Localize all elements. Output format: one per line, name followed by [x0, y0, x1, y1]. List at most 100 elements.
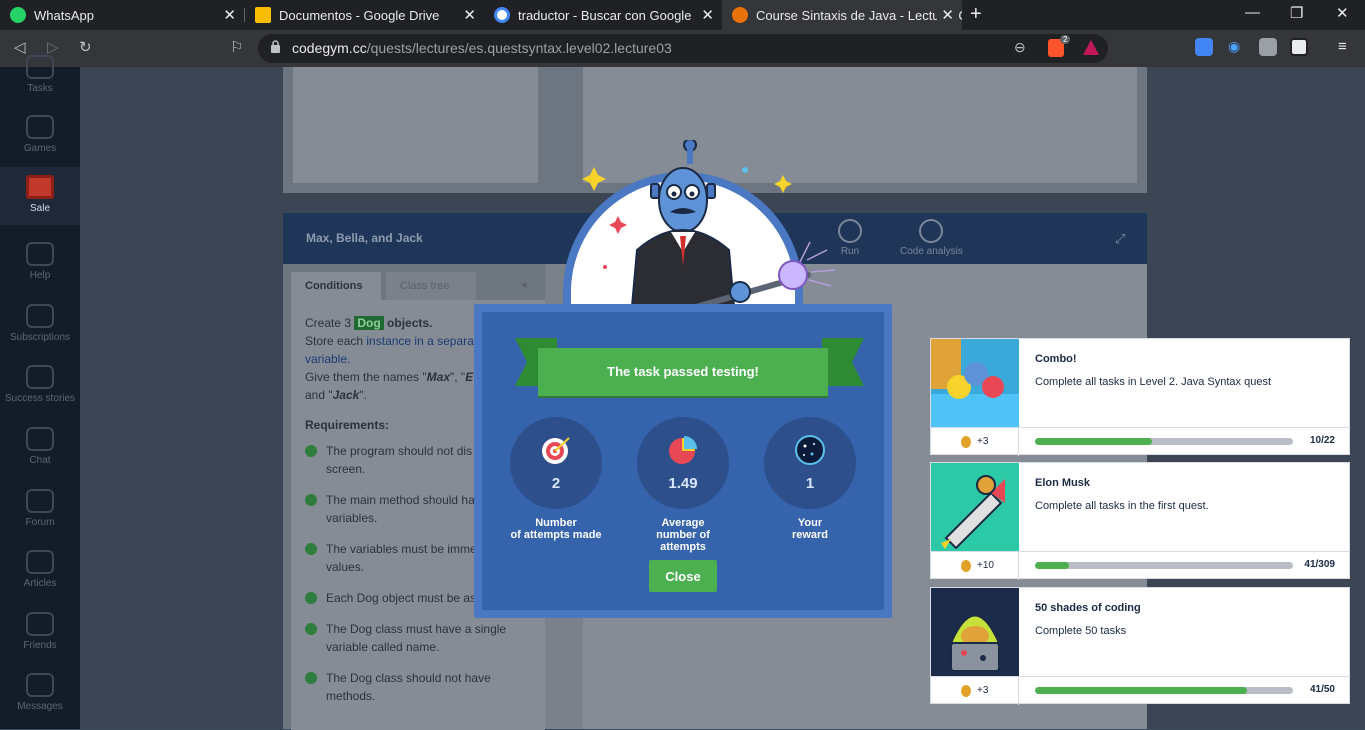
- achievement-reward: +10: [931, 552, 1019, 580]
- sidebar-item-tasks[interactable]: Tasks: [0, 47, 80, 109]
- envelope-icon: [26, 673, 54, 697]
- google-drive-icon: [255, 7, 271, 23]
- instance-link[interactable]: instance in a separa: [366, 334, 473, 348]
- sidebar-item-label: Chat: [29, 455, 51, 466]
- requirement-item: The Dog class must have a single variabl…: [305, 620, 531, 656]
- tab-google-drive[interactable]: Documentos - Google Drive ✕: [245, 0, 484, 30]
- progress-bar: [1035, 562, 1293, 569]
- google-icon: [494, 7, 510, 23]
- close-window-icon[interactable]: ✕: [1336, 4, 1349, 22]
- forum-icon: [26, 489, 54, 513]
- sidebar-item-friends[interactable]: Friends: [0, 604, 80, 666]
- flag-icon: [26, 365, 54, 389]
- success-banner: The task passed testing!: [538, 348, 828, 396]
- profile-extension-icon[interactable]: [1290, 38, 1308, 56]
- analysis-icon: [919, 219, 944, 243]
- address-bar[interactable]: codegym.cc/quests/lectures/es.questsynta…: [258, 34, 1108, 63]
- achievement-card[interactable]: Combo! Complete all tasks in Level 2. Ja…: [930, 338, 1350, 456]
- tab-google-search[interactable]: traductor - Buscar con Google ✕: [484, 0, 722, 30]
- camera-extension-icon[interactable]: [1259, 38, 1277, 56]
- sidebar-item-help[interactable]: Help: [0, 234, 80, 296]
- sidebar-item-label: Messages: [17, 701, 63, 712]
- sidebar-item-games[interactable]: Games: [0, 107, 80, 169]
- stat-value: 1.49: [668, 475, 698, 492]
- bookmark-icon[interactable]: ⚐: [230, 38, 243, 56]
- shields-count-badge: 2: [1060, 35, 1071, 44]
- progress-count: 41/50: [1309, 684, 1335, 695]
- progress-bar: [1035, 687, 1293, 694]
- lock-icon: [271, 40, 280, 53]
- sidebar-item-articles[interactable]: Articles: [0, 542, 80, 604]
- medal-icon: [961, 560, 971, 572]
- dark-matter-icon: [795, 435, 825, 465]
- sidebar-item-messages[interactable]: Messages: [0, 665, 80, 727]
- sidebar-item-success-stories[interactable]: Success stories: [0, 357, 80, 419]
- sidebar-item-label: Success stories: [4, 393, 76, 404]
- tasks-icon: [26, 55, 54, 79]
- lecture-panel-left: [293, 67, 538, 183]
- progress-fill: [1035, 687, 1247, 694]
- target-icon: [542, 437, 570, 464]
- sidebar-item-label: Forum: [25, 517, 55, 528]
- tab-codegym[interactable]: Course Sintaxis de Java - Lecture: C ✕: [722, 0, 962, 30]
- code-analysis-button[interactable]: Code analysis: [900, 219, 963, 257]
- tab-strip: WhatsApp ✕ Documentos - Google Drive ✕ t…: [0, 0, 1365, 30]
- progress-count: 41/309: [1304, 559, 1335, 570]
- stat-label: Your reward: [791, 517, 829, 541]
- close-button[interactable]: Close: [649, 560, 717, 592]
- brave-rewards-icon[interactable]: [1083, 40, 1099, 55]
- ribbon-tail-right: [822, 338, 864, 386]
- tab-class-tree[interactable]: Class tree: [386, 272, 476, 300]
- reload-icon[interactable]: ↻: [79, 38, 92, 56]
- chat-icon: [26, 427, 54, 451]
- medal-icon: [961, 436, 971, 448]
- tab-title: Course Sintaxis de Java - Lecture: C: [756, 7, 962, 23]
- close-tab-icon[interactable]: ✕: [223, 6, 236, 24]
- achievement-card[interactable]: 50 shades of coding Complete 50 tasks +3…: [930, 587, 1350, 705]
- menu-icon[interactable]: ≡: [1338, 38, 1347, 55]
- achievement-card[interactable]: Elon Musk Complete all tasks in the firs…: [930, 462, 1350, 580]
- achievement-title: Elon Musk: [1035, 477, 1091, 489]
- close-tab-icon[interactable]: ✕: [937, 6, 954, 24]
- stat-average: 1.49 Average number of attempts: [637, 417, 729, 553]
- minimize-icon[interactable]: —: [1245, 4, 1260, 21]
- progress-bar: [1035, 438, 1293, 445]
- close-tab-icon[interactable]: ✕: [463, 6, 476, 24]
- sidebar-item-forum[interactable]: Forum: [0, 481, 80, 543]
- check-icon: [305, 623, 317, 635]
- restore-icon[interactable]: ❐: [1290, 4, 1303, 22]
- new-tab-button[interactable]: +: [970, 3, 982, 26]
- achievement-description: Complete 50 tasks: [1035, 625, 1127, 637]
- achievement-title: Combo!: [1035, 353, 1077, 365]
- tab-conditions[interactable]: Conditions: [291, 272, 381, 300]
- collapse-icon[interactable]: ◂: [521, 278, 527, 291]
- check-icon: [305, 543, 317, 555]
- play-icon: [838, 219, 862, 243]
- sidebar-item-label: Sale: [29, 203, 50, 214]
- close-tab-icon[interactable]: ✕: [701, 6, 714, 24]
- tab-title: traductor - Buscar con Google: [518, 7, 692, 23]
- progress-fill: [1035, 562, 1070, 569]
- gift-icon: [26, 175, 54, 199]
- stat-label: Number of attempts made: [510, 517, 602, 541]
- achievement-description: Complete all tasks in the first quest.: [1035, 500, 1209, 512]
- articles-icon: [26, 550, 54, 574]
- gamepad-icon: [26, 115, 54, 139]
- sidebar-item-subscriptions[interactable]: Subscriptions: [0, 296, 80, 358]
- sidebar-item-chat[interactable]: Chat: [0, 419, 80, 481]
- stat-circle: 1.49: [637, 417, 729, 509]
- wifi-extension-icon[interactable]: ◉: [1228, 38, 1246, 56]
- tab-title: Documentos - Google Drive: [279, 7, 440, 23]
- sidebar-item-sale[interactable]: Sale: [0, 167, 80, 225]
- medal-icon: [961, 685, 971, 697]
- run-label: Run: [840, 246, 860, 257]
- friends-icon: [26, 612, 54, 636]
- zoom-icon[interactable]: ⊖: [1014, 39, 1026, 56]
- fullscreen-icon[interactable]: ⤢: [1115, 231, 1125, 247]
- sidebar-item-label: Subscriptions: [9, 332, 71, 343]
- run-button[interactable]: Run: [838, 219, 862, 257]
- translate-extension-icon[interactable]: [1195, 38, 1213, 56]
- subscription-icon: [26, 304, 54, 328]
- help-icon: [26, 242, 54, 266]
- tab-whatsapp[interactable]: WhatsApp ✕: [0, 0, 244, 30]
